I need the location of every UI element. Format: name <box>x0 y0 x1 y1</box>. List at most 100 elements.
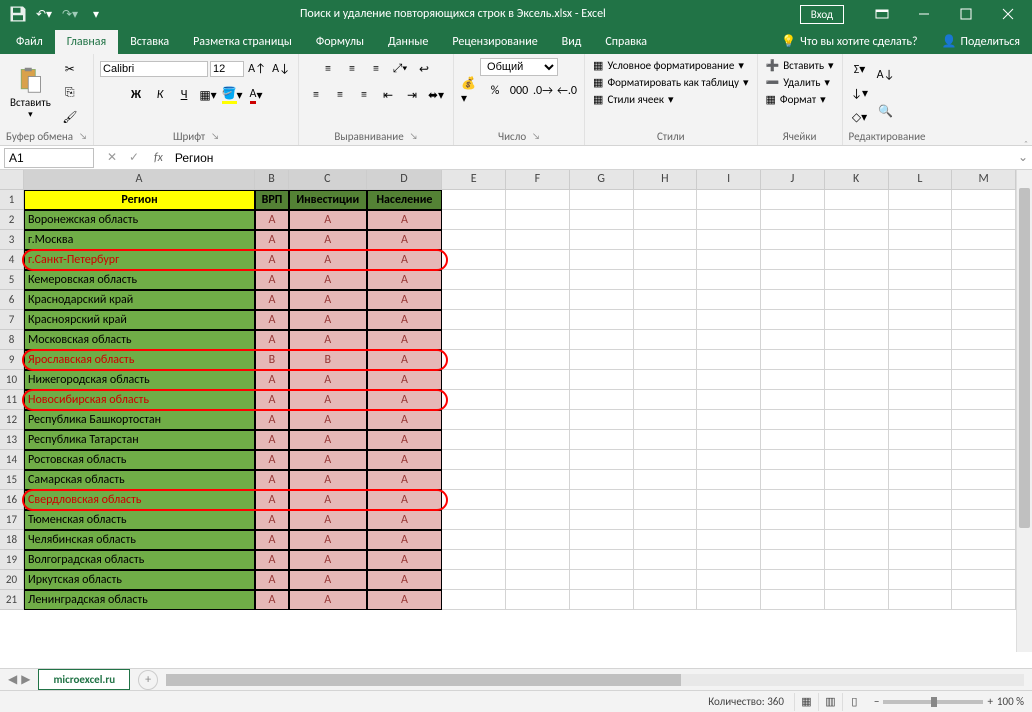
row-header[interactable]: 20 <box>0 570 24 590</box>
cell[interactable]: A <box>367 250 443 270</box>
tab-data[interactable]: Данные <box>376 30 440 54</box>
cell[interactable] <box>634 410 698 430</box>
cell[interactable]: A <box>289 270 367 290</box>
cell[interactable]: Челябинская область <box>24 530 255 550</box>
tab-view[interactable]: Вид <box>550 30 594 54</box>
cell[interactable] <box>952 330 1016 350</box>
merge-icon[interactable]: ⬌▾ <box>425 84 447 106</box>
cell[interactable] <box>506 270 570 290</box>
cell[interactable]: A <box>367 410 443 430</box>
cell[interactable] <box>634 390 698 410</box>
cell[interactable] <box>634 510 698 530</box>
redo-icon[interactable]: ↷▾ <box>60 4 80 24</box>
cell[interactable]: A <box>289 330 367 350</box>
cell[interactable] <box>697 210 761 230</box>
cell[interactable] <box>952 310 1016 330</box>
cell[interactable] <box>506 230 570 250</box>
cell[interactable] <box>634 330 698 350</box>
cell[interactable] <box>634 570 698 590</box>
cell[interactable] <box>442 310 506 330</box>
column-header[interactable]: H <box>634 170 698 190</box>
cell[interactable] <box>506 310 570 330</box>
cell[interactable]: ВРП <box>255 190 289 210</box>
cell[interactable]: Краснодарский край <box>24 290 255 310</box>
cell[interactable] <box>825 190 889 210</box>
cell[interactable] <box>825 590 889 610</box>
cell[interactable] <box>952 470 1016 490</box>
font-size-combo[interactable] <box>210 61 244 77</box>
cell[interactable]: Республика Татарстан <box>24 430 255 450</box>
cell[interactable]: B <box>289 350 367 370</box>
column-header[interactable]: L <box>889 170 953 190</box>
row-header[interactable]: 6 <box>0 290 24 310</box>
copy-icon[interactable]: ⎘ <box>59 82 81 104</box>
cell[interactable] <box>761 510 825 530</box>
tab-formulas[interactable]: Формулы <box>304 30 376 54</box>
cell[interactable]: A <box>289 390 367 410</box>
zoom-out-icon[interactable]: − <box>874 695 879 708</box>
cell[interactable]: A <box>289 470 367 490</box>
cell[interactable] <box>506 450 570 470</box>
zoom-in-icon[interactable]: + <box>987 695 992 708</box>
cell[interactable] <box>825 570 889 590</box>
cell[interactable] <box>825 250 889 270</box>
insert-cells-button[interactable]: ➕Вставить▾ <box>764 58 836 73</box>
cell[interactable] <box>442 290 506 310</box>
cell[interactable] <box>761 470 825 490</box>
cell[interactable] <box>697 570 761 590</box>
select-all-corner[interactable] <box>0 170 24 190</box>
cell[interactable] <box>506 210 570 230</box>
cell[interactable] <box>697 350 761 370</box>
ribbon-display-icon[interactable] <box>862 0 902 28</box>
cell[interactable] <box>506 490 570 510</box>
cell[interactable] <box>570 570 634 590</box>
cell[interactable] <box>761 250 825 270</box>
column-header[interactable]: M <box>952 170 1016 190</box>
cell[interactable]: A <box>289 530 367 550</box>
cell[interactable]: Новосибирская область <box>24 390 255 410</box>
cell[interactable] <box>442 570 506 590</box>
cell[interactable]: A <box>289 570 367 590</box>
cell[interactable]: A <box>367 490 443 510</box>
cell[interactable]: Республика Башкортостан <box>24 410 255 430</box>
cell[interactable]: A <box>289 230 367 250</box>
insert-function-icon[interactable]: fx <box>148 151 169 165</box>
cell[interactable]: A <box>255 370 289 390</box>
fill-color-icon[interactable]: 🪣▾ <box>221 84 243 106</box>
cell[interactable] <box>761 330 825 350</box>
align-middle-icon[interactable]: ≡ <box>341 58 363 80</box>
cell[interactable]: Регион <box>24 190 255 210</box>
cell[interactable] <box>889 350 953 370</box>
vertical-scrollbar[interactable] <box>1016 170 1032 652</box>
cell[interactable] <box>761 290 825 310</box>
cell[interactable] <box>442 530 506 550</box>
align-bottom-icon[interactable]: ≡ <box>365 58 387 80</box>
cell[interactable] <box>952 450 1016 470</box>
cell[interactable] <box>697 230 761 250</box>
cell[interactable] <box>825 230 889 250</box>
cell[interactable] <box>506 510 570 530</box>
cell[interactable] <box>952 530 1016 550</box>
row-header[interactable]: 3 <box>0 230 24 250</box>
italic-button[interactable]: К <box>149 84 171 106</box>
cell[interactable] <box>697 330 761 350</box>
cell[interactable] <box>825 290 889 310</box>
cell[interactable] <box>506 250 570 270</box>
close-icon[interactable] <box>988 0 1028 28</box>
cell[interactable] <box>442 510 506 530</box>
cell[interactable] <box>952 590 1016 610</box>
cell[interactable]: Свердловская область <box>24 490 255 510</box>
sheet-nav-next-icon[interactable]: ▶ <box>21 672 30 687</box>
cell[interactable] <box>506 590 570 610</box>
cell[interactable] <box>825 370 889 390</box>
page-break-view-icon[interactable]: ▯ <box>842 693 866 711</box>
cell[interactable] <box>570 590 634 610</box>
cell[interactable]: Население <box>367 190 443 210</box>
row-header[interactable]: 14 <box>0 450 24 470</box>
cell[interactable] <box>506 330 570 350</box>
cell[interactable] <box>570 450 634 470</box>
cell[interactable] <box>761 270 825 290</box>
format-as-table-button[interactable]: ▦Форматировать как таблицу▾ <box>591 75 750 90</box>
cell[interactable] <box>697 250 761 270</box>
cell[interactable] <box>634 230 698 250</box>
